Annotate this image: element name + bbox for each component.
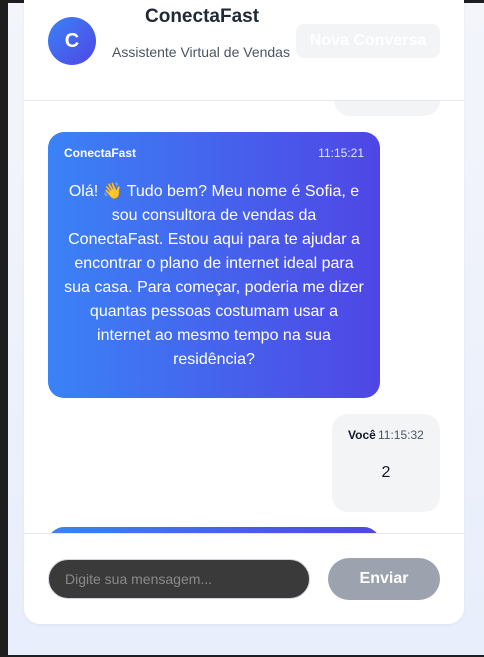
new-chat-button[interactable]: Nova Conversa xyxy=(296,24,440,58)
message-sender: ConectaFast xyxy=(64,146,137,160)
page-subtitle: Assistente Virtual de Vendas xyxy=(112,44,290,60)
composer: Enviar xyxy=(24,533,464,624)
previous-message-bubble xyxy=(334,100,440,116)
bot-message-bubble: ConectaFast 11:15:21 Olá! 👋 Tudo bem? Me… xyxy=(48,132,380,398)
send-button[interactable]: Enviar xyxy=(328,558,440,600)
message-text: Olá! 👋 Tudo bem? Meu nome é Sofia, e sou… xyxy=(64,183,364,368)
chat-header: C ConectaFast Assistente Virtual de Vend… xyxy=(24,0,464,101)
message-sender: Você xyxy=(348,428,376,442)
message-input[interactable] xyxy=(48,559,310,599)
chat-card: C ConectaFast Assistente Virtual de Vend… xyxy=(24,0,464,624)
message-text: 2 xyxy=(381,464,391,481)
page-title: ConectaFast xyxy=(145,6,260,27)
user-message-bubble: Você 11:15:32 2 xyxy=(332,414,440,512)
message-time: 11:15:21 xyxy=(318,146,364,160)
message-list[interactable]: ConectaFast 11:15:21 Olá! 👋 Tudo bem? Me… xyxy=(24,100,464,533)
avatar: C xyxy=(48,17,96,65)
message-time: 11:15:32 xyxy=(378,428,424,442)
